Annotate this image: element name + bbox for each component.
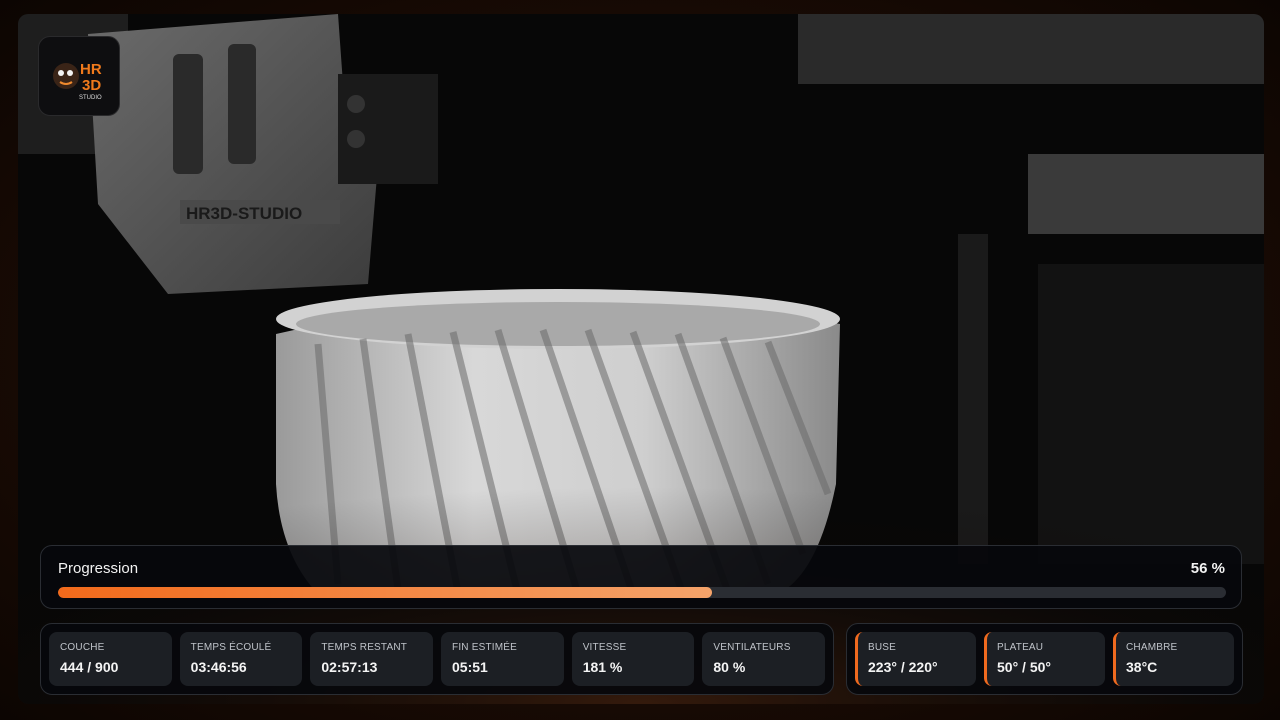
logo-text-bottom: 3D [82,77,101,94]
stat-value: 05:51 [452,659,488,675]
progress-percent: 56 % [1190,560,1225,577]
progress-label: Progression [58,560,139,577]
print-stats-panel: COUCHE 444 / 900 TEMPS ÉCOULÉ 03:46:56 T… [40,623,834,695]
studio-logo-icon: HR 3D STUDIO [53,61,102,101]
progress-bar-fill [58,587,713,598]
stat-value: 38°C [1126,659,1158,675]
stat-value: 02:57:13 [321,659,378,675]
stat-label: CHAMBRE [1126,642,1178,653]
logo-subtext: STUDIO [79,95,102,101]
stat-value: 03:46:56 [190,659,247,675]
printhead-label: HR3D-STUDIO [186,204,302,223]
progress-bar [58,587,1226,598]
temp-nozzle: BUSE 223° / 220° [855,632,976,686]
stat-label: VITESSE [582,642,627,653]
stat-value: 80 % [713,659,746,675]
temp-chamber: CHAMBRE 38°C [1113,632,1234,686]
stat-label: TEMPS ÉCOULÉ [190,642,272,653]
overlay-frame: HR3D-STUDIO HR 3D STUDIO Progression 56 … [0,0,1280,720]
temp-bed: PLATEAU 50° / 50° [984,632,1105,686]
stat-value: 223° / 220° [868,659,938,675]
stat-estimated-end: FIN ESTIMÉE 05:51 [441,632,564,686]
stat-elapsed-time: TEMPS ÉCOULÉ 03:46:56 [179,632,303,686]
progress-panel: Progression 56 % [40,545,1242,609]
stat-value: 181 % [582,659,623,675]
temperature-panel: BUSE 223° / 220° PLATEAU 50° / 50° CHAMB… [846,623,1243,695]
logo-text-top: HR [80,61,102,78]
stat-label: VENTILATEURS [713,642,791,653]
studio-logo: HR 3D STUDIO [38,36,120,116]
stat-label: COUCHE [60,642,105,653]
stat-value: 444 / 900 [60,659,119,675]
stat-label: TEMPS RESTANT [321,642,408,653]
stat-value: 50° / 50° [997,659,1052,675]
stat-remaining-time: TEMPS RESTANT 02:57:13 [310,632,434,686]
stat-fans: VENTILATEURS 80 % [702,632,826,686]
stat-layer: COUCHE 444 / 900 [49,632,172,686]
stat-label: FIN ESTIMÉE [452,642,517,653]
stat-label: PLATEAU [997,642,1044,653]
stat-speed: VITESSE 181 % [571,632,695,686]
stat-label: BUSE [868,642,897,653]
